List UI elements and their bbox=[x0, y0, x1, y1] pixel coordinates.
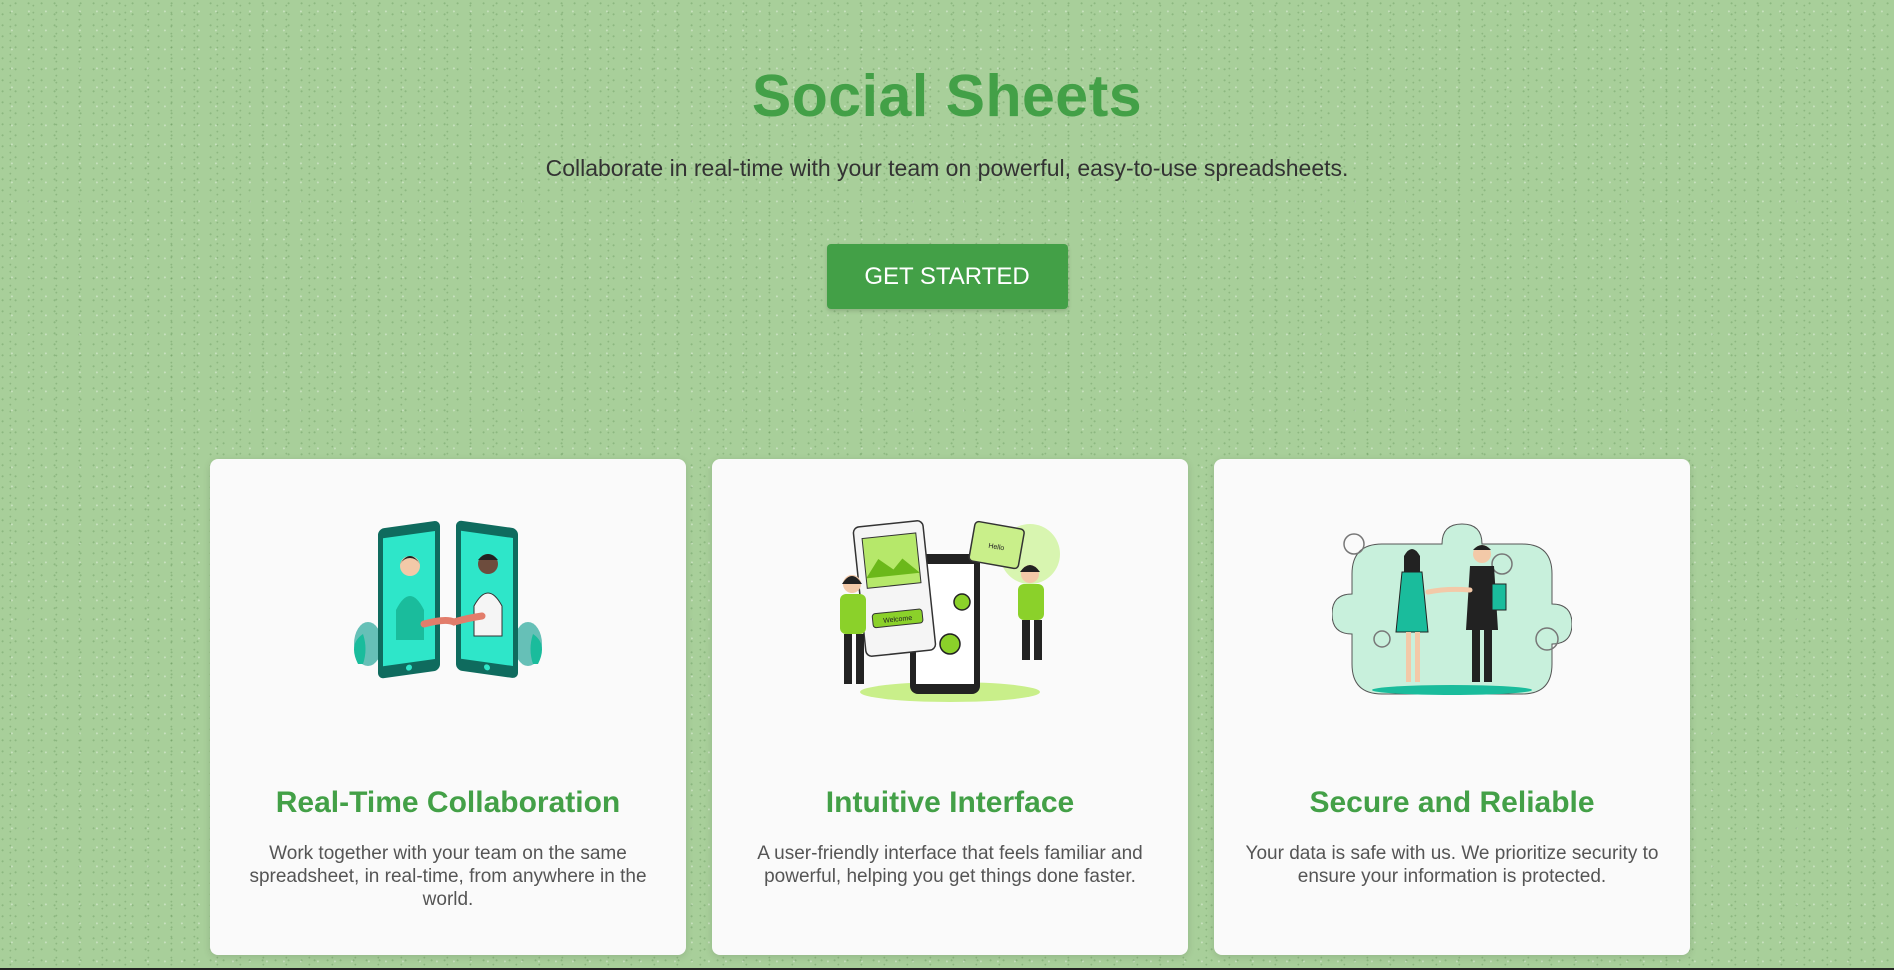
feature-card-security: Secure and Reliable Your data is safe wi… bbox=[1214, 459, 1690, 955]
puzzle-handshake-icon bbox=[1214, 514, 1690, 714]
features-section: Real-Time Collaboration Work together wi… bbox=[210, 459, 1690, 955]
landing-page: Social Sheets Collaborate in real-time w… bbox=[0, 0, 1894, 970]
handshake-phones-icon bbox=[210, 514, 686, 714]
get-started-button[interactable]: GET STARTED bbox=[826, 244, 1068, 309]
hero-subtitle: Collaborate in real-time with your team … bbox=[545, 155, 1349, 181]
feature-card-collaboration: Real-Time Collaboration Work together wi… bbox=[210, 459, 686, 955]
feature-title: Secure and Reliable bbox=[1309, 786, 1595, 819]
feature-description: Work together with your team on the same… bbox=[249, 843, 647, 910]
feature-card-interface: Welcome Hello Intuitive Interface A user… bbox=[712, 459, 1188, 955]
app-interface-icon: Welcome Hello bbox=[712, 514, 1188, 714]
feature-description: A user-friendly interface that feels fam… bbox=[757, 843, 1143, 887]
feature-title: Real-Time Collaboration bbox=[275, 786, 621, 819]
feature-title: Intuitive Interface bbox=[825, 786, 1075, 819]
feature-description: Your data is safe with us. We prioritize… bbox=[1245, 843, 1659, 887]
hero-section: Social Sheets Collaborate in real-time w… bbox=[0, 0, 1894, 309]
page-title: Social Sheets bbox=[751, 63, 1143, 129]
